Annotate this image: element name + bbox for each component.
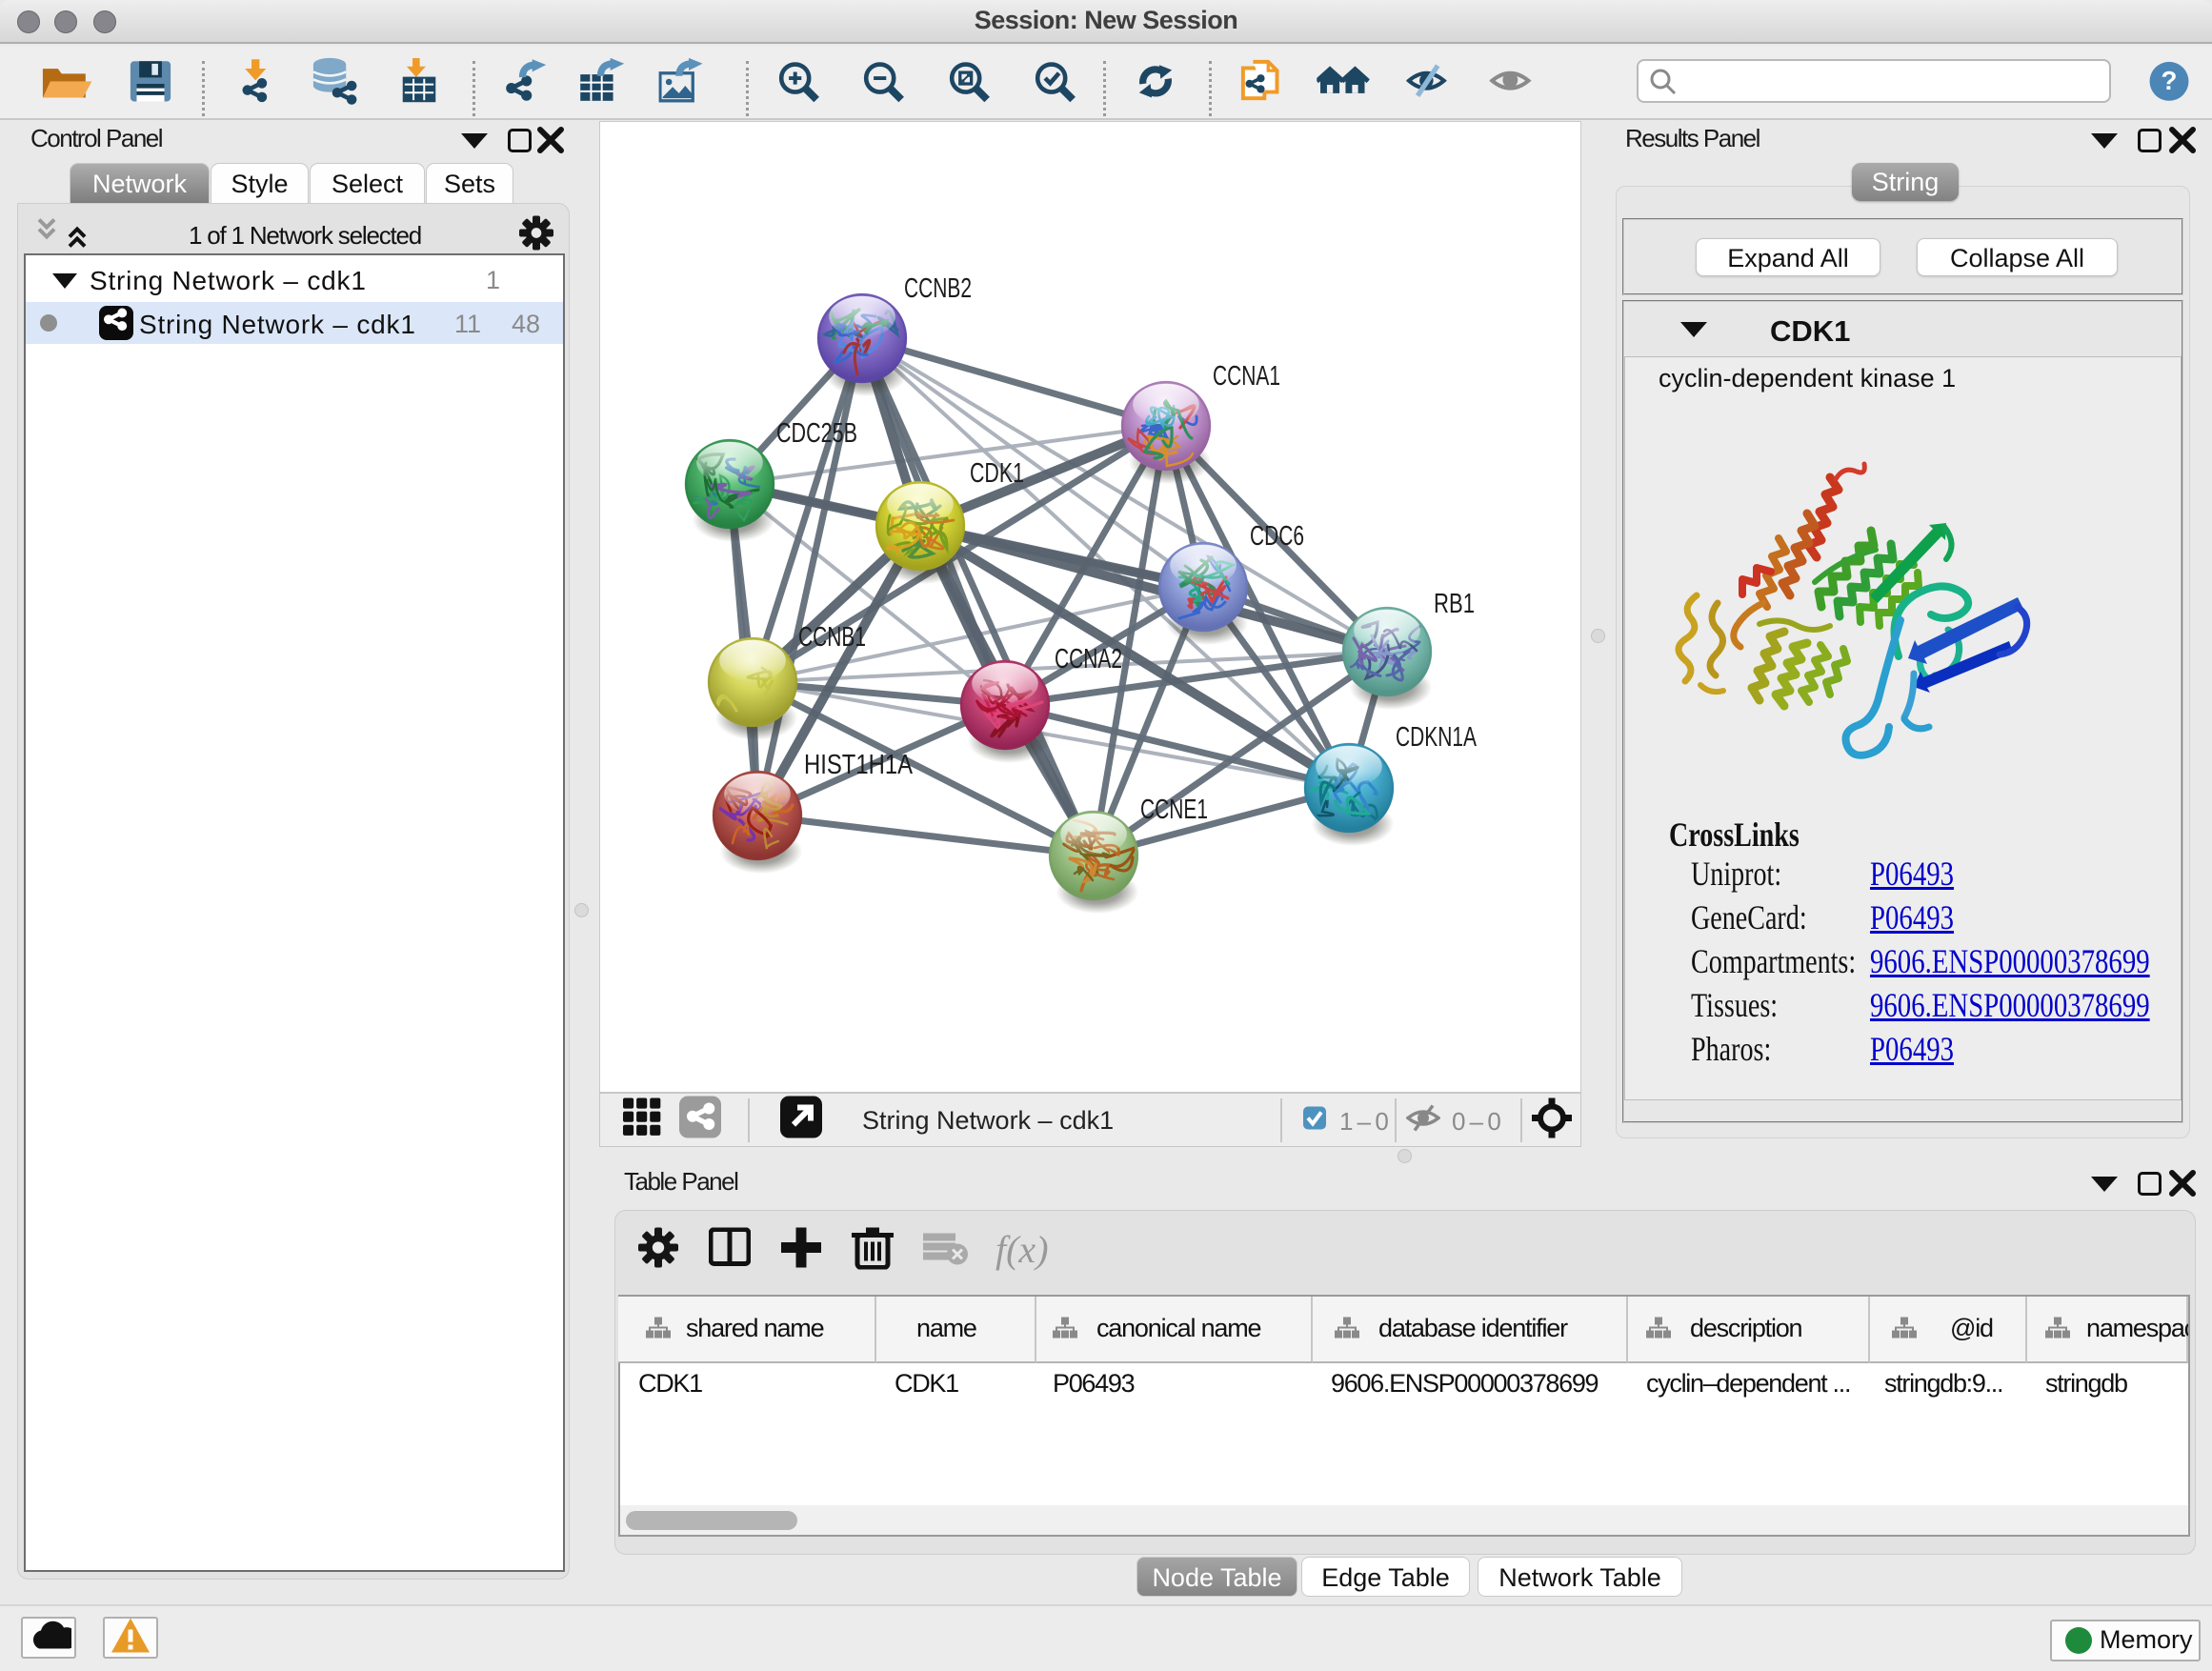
- svg-text:CCNB2: CCNB2: [904, 273, 972, 304]
- svg-text:CDC25B: CDC25B: [776, 418, 857, 449]
- svg-text:CCNE1: CCNE1: [1140, 795, 1208, 825]
- svg-text:CDC6: CDC6: [1250, 521, 1304, 552]
- svg-text:CCNB1: CCNB1: [798, 622, 866, 653]
- svg-text:CCNA2: CCNA2: [1055, 644, 1122, 674]
- svg-text:CCNA1: CCNA1: [1213, 361, 1280, 392]
- svg-text:?: ?: [2162, 66, 2178, 95]
- svg-text:CDKN1A: CDKN1A: [1396, 722, 1477, 753]
- svg-text:HIST1H1A: HIST1H1A: [804, 750, 914, 780]
- svg-text:RB1: RB1: [1434, 589, 1475, 619]
- svg-text:CDK1: CDK1: [970, 458, 1024, 489]
